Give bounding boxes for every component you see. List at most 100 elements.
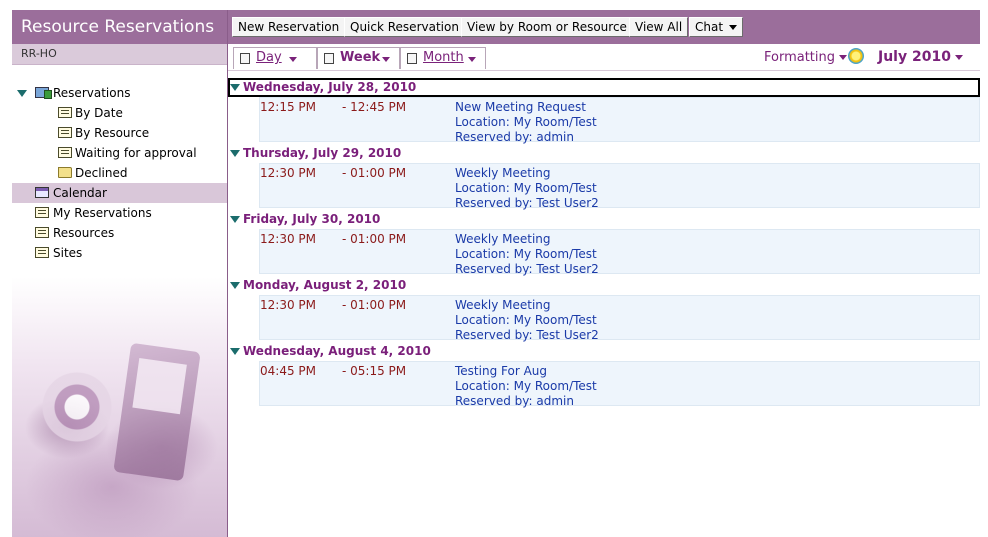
- view-all-button[interactable]: View All: [629, 17, 689, 37]
- nav-item-by-date[interactable]: By Date: [12, 103, 227, 123]
- current-month: July 2010: [878, 49, 951, 65]
- chevron-down-icon: [954, 54, 963, 60]
- nav-item-label: Calendar: [53, 186, 107, 200]
- start-time: 12:30 PM: [260, 232, 316, 246]
- day-header[interactable]: Thursday, July 29, 2010: [228, 144, 980, 163]
- twisty-expanded-icon[interactable]: [230, 282, 240, 289]
- entry-location: Location: My Room/Test: [455, 379, 597, 393]
- nav-item-by-resource[interactable]: By Resource: [12, 123, 227, 143]
- day-header[interactable]: Wednesday, August 4, 2010: [228, 342, 980, 361]
- end-time: - 01:00 PM: [342, 298, 407, 312]
- entry-reserved-by: Reserved by: Test User2: [455, 196, 599, 210]
- end-time: - 01:00 PM: [342, 232, 407, 246]
- formatting-label: Formatting: [764, 50, 836, 65]
- tab-label: Week: [340, 50, 381, 65]
- twisty-expanded-icon[interactable]: [17, 90, 27, 97]
- formatting-menu[interactable]: Formatting: [764, 50, 848, 65]
- calendar-view-bar: Day Week Month Formatting July 2010: [228, 44, 980, 71]
- tab-month[interactable]: Month: [400, 47, 486, 69]
- day-group: Friday, July 30, 2010 12:30 PM - 01:00 P…: [228, 210, 980, 276]
- entry-reserved-by: Reserved by: admin: [455, 130, 574, 144]
- nav-item-declined[interactable]: Declined: [12, 163, 227, 183]
- film-roll-graphic: [37, 372, 117, 442]
- nav-item-label: Sites: [53, 246, 83, 260]
- start-time: 12:15 PM: [260, 100, 316, 114]
- folder-icon: [58, 167, 72, 178]
- start-time: 04:45 PM: [260, 364, 316, 378]
- start-time: 12:30 PM: [260, 166, 316, 180]
- chevron-down-icon: [839, 55, 848, 60]
- entry-subject[interactable]: Weekly Meeting: [455, 232, 551, 246]
- day-date: Thursday, July 29, 2010: [243, 146, 402, 160]
- chevron-down-icon[interactable]: [382, 57, 390, 62]
- day-group: Wednesday, July 28, 2010 12:15 PM - 12:4…: [228, 78, 980, 144]
- decorative-background-image: [12, 277, 227, 537]
- tab-label: Day: [256, 50, 282, 65]
- nav-item-calendar[interactable]: Calendar: [12, 183, 227, 203]
- twisty-expanded-icon[interactable]: [230, 216, 240, 223]
- month-picker[interactable]: July 2010: [878, 49, 963, 65]
- calendar-list: Wednesday, July 28, 2010 12:15 PM - 12:4…: [228, 78, 980, 408]
- tab-day[interactable]: Day: [233, 47, 317, 69]
- entry-reserved-by: Reserved by: Test User2: [455, 262, 599, 276]
- view-icon: [35, 247, 49, 258]
- nav-item-sites[interactable]: Sites: [12, 243, 227, 263]
- day-date: Wednesday, July 28, 2010: [243, 80, 417, 94]
- entry-location: Location: My Room/Test: [455, 181, 597, 195]
- reservation-entry[interactable]: 12:30 PM - 01:00 PM Weekly Meeting Locat…: [259, 295, 980, 342]
- nav-item-reservations[interactable]: Reservations: [12, 83, 227, 103]
- calendar-page-icon: [324, 53, 334, 64]
- entry-reserved-by: Reserved by: admin: [455, 394, 574, 408]
- view-icon: [58, 127, 72, 138]
- device-graphic: [113, 342, 201, 482]
- entry-subject[interactable]: New Meeting Request: [455, 100, 586, 114]
- reservations-icon: [35, 87, 52, 99]
- new-reservation-button[interactable]: New Reservation: [232, 17, 346, 37]
- nav-item-label: Declined: [75, 166, 128, 180]
- twisty-expanded-icon[interactable]: [230, 84, 240, 91]
- day-date: Friday, July 30, 2010: [243, 212, 381, 226]
- start-time: 12:30 PM: [260, 298, 316, 312]
- navigator: Reservations By Date By Resource Waiting…: [12, 83, 227, 263]
- chevron-down-icon[interactable]: [289, 57, 297, 62]
- entry-location: Location: My Room/Test: [455, 115, 597, 129]
- entry-subject[interactable]: Weekly Meeting: [455, 166, 551, 180]
- twisty-expanded-icon[interactable]: [230, 348, 240, 355]
- quick-reservation-button[interactable]: Quick Reservation: [344, 17, 465, 37]
- day-header[interactable]: Monday, August 2, 2010: [228, 276, 980, 295]
- chat-button[interactable]: Chat: [689, 17, 744, 37]
- entry-subject[interactable]: Testing For Aug: [455, 364, 547, 378]
- calendar-icon: [35, 187, 49, 198]
- nav-item-waiting-for-approval[interactable]: Waiting for approval: [12, 143, 227, 163]
- nav-item-resources[interactable]: Resources: [12, 223, 227, 243]
- view-icon: [35, 207, 49, 218]
- day-group: Monday, August 2, 2010 12:30 PM - 01:00 …: [228, 276, 980, 342]
- day-group: Thursday, July 29, 2010 12:30 PM - 01:00…: [228, 144, 980, 210]
- database-name: RR-HO: [12, 44, 227, 65]
- entry-location: Location: My Room/Test: [455, 247, 597, 261]
- end-time: - 05:15 PM: [342, 364, 407, 378]
- day-group: Wednesday, August 4, 2010 04:45 PM - 05:…: [228, 342, 980, 408]
- day-header[interactable]: Friday, July 30, 2010: [228, 210, 980, 229]
- end-time: - 12:45 PM: [342, 100, 407, 114]
- tab-week[interactable]: Week: [317, 47, 400, 69]
- entry-location: Location: My Room/Test: [455, 313, 597, 327]
- action-bar: New Reservation Quick Reservation View b…: [228, 10, 980, 44]
- reservation-entry[interactable]: 12:30 PM - 01:00 PM Weekly Meeting Locat…: [259, 163, 980, 210]
- chat-button-label: Chat: [695, 20, 724, 34]
- chevron-down-icon[interactable]: [468, 57, 476, 62]
- entry-subject[interactable]: Weekly Meeting: [455, 298, 551, 312]
- day-date: Monday, August 2, 2010: [243, 278, 407, 292]
- entry-reserved-by: Reserved by: Test User2: [455, 328, 599, 342]
- twisty-expanded-icon[interactable]: [230, 150, 240, 157]
- nav-item-label: My Reservations: [53, 206, 152, 220]
- view-by-room-button[interactable]: View by Room or Resource: [461, 17, 633, 37]
- reservation-entry[interactable]: 12:30 PM - 01:00 PM Weekly Meeting Locat…: [259, 229, 980, 276]
- today-icon[interactable]: [848, 48, 864, 64]
- nav-item-my-reservations[interactable]: My Reservations: [12, 203, 227, 223]
- reservation-entry[interactable]: 04:45 PM - 05:15 PM Testing For Aug Loca…: [259, 361, 980, 408]
- day-header[interactable]: Wednesday, July 28, 2010: [228, 78, 980, 97]
- left-panel: Resource Reservations RR-HO Reservations…: [12, 10, 228, 537]
- reservation-entry[interactable]: 12:15 PM - 12:45 PM New Meeting Request …: [259, 97, 980, 144]
- day-date: Wednesday, August 4, 2010: [243, 344, 431, 358]
